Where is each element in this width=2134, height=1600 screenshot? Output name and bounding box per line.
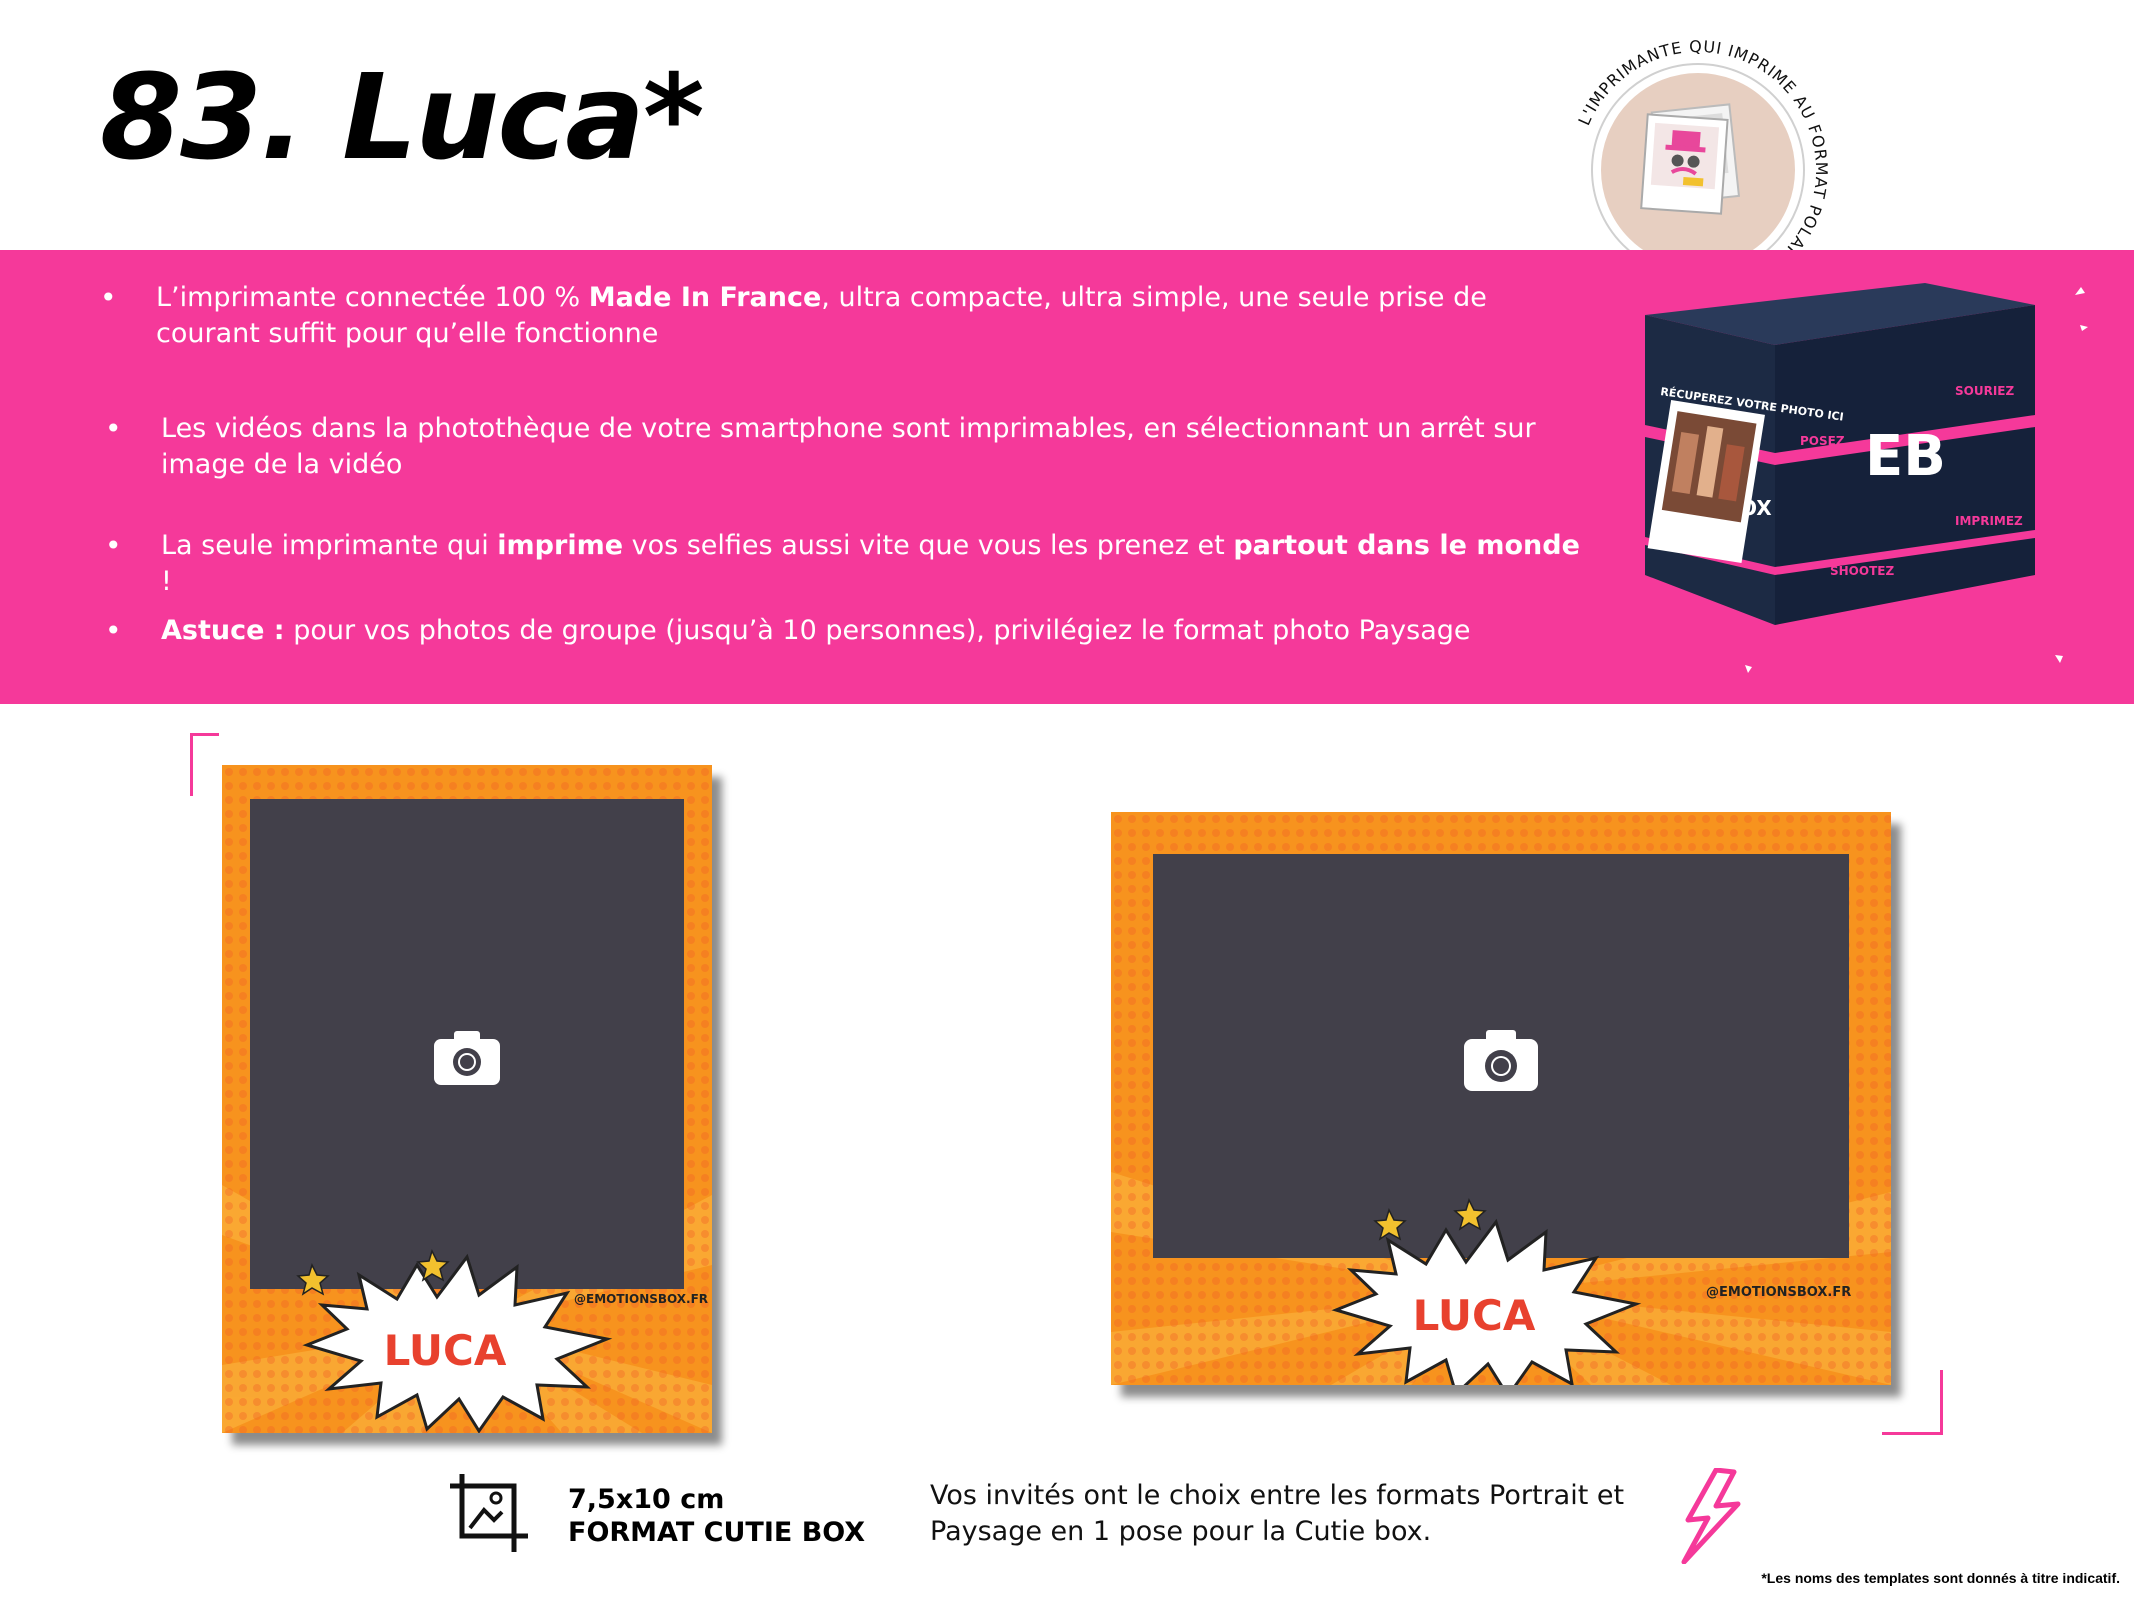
- format-description: Vos invités ont le choix entre les forma…: [930, 1480, 1625, 1547]
- bullet-dot: •: [105, 614, 122, 647]
- bullet-dot: •: [100, 281, 117, 314]
- feature-text: La seule imprimante qui imprime vos self…: [161, 530, 1580, 597]
- camera-icon: [1464, 1030, 1538, 1091]
- bullet-dot: •: [105, 529, 122, 562]
- template-credit: @EMOTIONSBOX.FR: [1706, 1285, 1851, 1300]
- bullet-dot: •: [105, 412, 122, 445]
- format-size: 7,5x10 cm: [568, 1484, 725, 1515]
- printer-word-shootez: SHOOTEZ: [1830, 564, 1894, 578]
- feature-item-made-in-france: • L’imprimante connectée 100 % Made In F…: [96, 280, 1576, 352]
- footnote: *Les noms des templates sont donnés à ti…: [1761, 1570, 2120, 1586]
- printer-box-image: RÉCUPEREZ VOTRE PHOTO ICI EB POSEZ SOURI…: [1645, 283, 2088, 673]
- format-size-block: 7,5x10 cm FORMAT CUTIE BOX: [568, 1483, 865, 1549]
- format-label: FORMAT CUTIE BOX: [568, 1517, 866, 1548]
- portrait-corner-mark: [190, 733, 219, 796]
- page-title: 83. Luca*: [100, 48, 705, 186]
- printer-word-souriez: SOURIEZ: [1955, 384, 2014, 398]
- template-landscape: LUCA @EMOTIONSBOX.FR: [1111, 812, 1891, 1385]
- landscape-corner-mark: [1882, 1370, 1943, 1435]
- template-portrait: LUCA @EMOTIONSBOX.FR: [222, 765, 712, 1433]
- printer-word-imprimez: IMPRIMEZ: [1955, 514, 2023, 528]
- feature-text: Astuce : pour vos photos de groupe (jusq…: [161, 615, 1471, 646]
- lightning-icon: [1681, 1468, 1741, 1564]
- crop-size-icon: [450, 1474, 528, 1552]
- feature-item-speed: • La seule imprimante qui imprime vos se…: [101, 528, 1581, 600]
- feature-item-videos: • Les vidéos dans la photothèque de votr…: [101, 411, 1581, 483]
- feature-text: Les vidéos dans la photothèque de votre …: [161, 413, 1536, 480]
- printer-word-posez: POSEZ: [1800, 434, 1845, 448]
- template-name-label: LUCA: [1413, 1291, 1536, 1340]
- template-name-label: LUCA: [384, 1326, 507, 1375]
- template-credit: @EMOTIONSBOX.FR: [574, 1292, 708, 1306]
- printer-logo: EB: [1865, 424, 1946, 489]
- feature-item-astuce: • Astuce : pour vos photos de groupe (ju…: [101, 613, 1581, 649]
- feature-text: L’imprimante connectée 100 % Made In Fra…: [156, 282, 1487, 349]
- camera-icon: [434, 1031, 500, 1085]
